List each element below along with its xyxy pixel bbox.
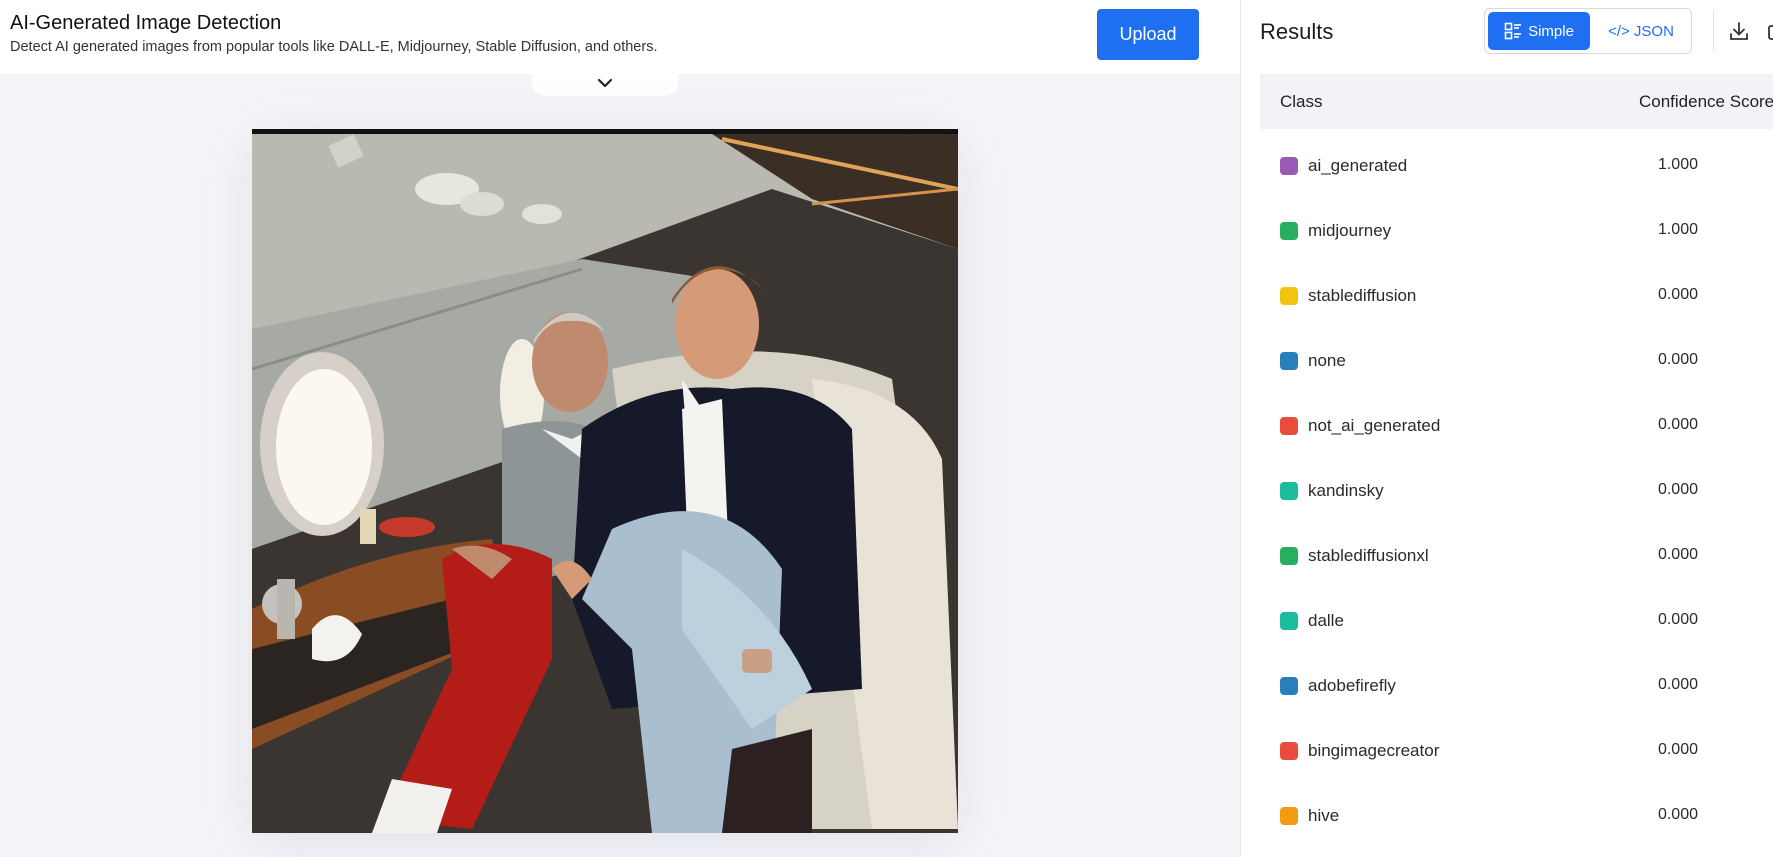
class-color-swatch: [1280, 352, 1298, 370]
class-color-swatch: [1280, 612, 1298, 630]
class-color-swatch: [1280, 742, 1298, 760]
download-icon[interactable]: [1728, 20, 1750, 42]
confidence-score: 0.000: [1657, 546, 1698, 563]
class-label: adobefirefly: [1308, 676, 1396, 695]
confidence-score: 1.000: [1657, 221, 1698, 238]
class-label: dalle: [1308, 611, 1344, 630]
upload-button[interactable]: Upload: [1097, 9, 1199, 60]
class-color-swatch: [1280, 417, 1298, 435]
class-label: bingimagecreator: [1308, 741, 1440, 760]
confidence-score: 0.000: [1657, 416, 1698, 433]
uploaded-image: [252, 129, 958, 833]
collapse-header-toggle[interactable]: [532, 74, 678, 96]
json-view-button[interactable]: </> JSON: [1593, 12, 1689, 50]
column-header-score: Confidence Score: [1639, 92, 1773, 111]
results-table-body: ai_generated 1.000 midjourney 1.000 stabledi…: [1260, 134, 1773, 849]
page-header: AI-Generated Image Detection Detect AI g…: [0, 0, 1240, 74]
view-toggle: Simple </> JSON: [1484, 8, 1692, 54]
simple-view-button[interactable]: Simple: [1488, 12, 1590, 50]
confidence-score: 0.000: [1657, 806, 1698, 823]
class-color-swatch: [1280, 482, 1298, 500]
table-row: ai_generated 1.000: [1260, 134, 1773, 199]
toolbar-divider: [1713, 10, 1714, 52]
table-row: not_ai_generated 0.000: [1260, 394, 1773, 459]
table-row: kandinsky 0.000: [1260, 459, 1773, 524]
class-label: ai_generated: [1308, 156, 1408, 175]
class-label: stablediffusion: [1308, 286, 1417, 305]
class-color-swatch: [1280, 807, 1298, 825]
class-label: not_ai_generated: [1308, 416, 1441, 435]
table-row: bingimagecreator 0.000: [1260, 719, 1773, 784]
class-label: stablediffusionxl: [1308, 546, 1429, 565]
confidence-score: 0.000: [1657, 676, 1698, 693]
column-header-class: Class: [1280, 92, 1323, 111]
class-color-swatch: [1280, 677, 1298, 695]
simple-view-label: Simple: [1528, 22, 1574, 40]
table-row: hive 0.000: [1260, 784, 1773, 849]
results-title: Results: [1260, 19, 1334, 44]
confidence-score: 0.000: [1657, 611, 1698, 628]
class-color-swatch: [1280, 222, 1298, 240]
results-table-header: Class Confidence Score: [1260, 74, 1773, 129]
list-layout-icon: [1504, 22, 1522, 40]
class-label: none: [1308, 351, 1346, 370]
copy-icon[interactable]: [1767, 20, 1773, 42]
class-color-swatch: [1280, 287, 1298, 305]
class-color-swatch: [1280, 547, 1298, 565]
page-subtitle: Detect AI generated images from popular …: [10, 39, 658, 55]
table-row: midjourney 1.000: [1260, 199, 1773, 264]
confidence-score: 0.000: [1657, 481, 1698, 498]
json-view-label: </> JSON: [1608, 22, 1674, 40]
class-label: midjourney: [1308, 221, 1392, 240]
confidence-score: 1.000: [1657, 156, 1698, 173]
table-row: stablediffusionxl 0.000: [1260, 524, 1773, 589]
chevron-down-icon: [597, 78, 613, 88]
preview-pane: AI-Generated Image Detection Detect AI g…: [0, 0, 1240, 857]
page-title: AI-Generated Image Detection: [10, 12, 282, 34]
class-label: hive: [1308, 806, 1340, 825]
confidence-score: 0.000: [1657, 741, 1698, 758]
table-row: none 0.000: [1260, 329, 1773, 394]
results-panel: Results Simple </> JSON Class Confidence…: [1241, 0, 1773, 857]
table-row: dalle 0.000: [1260, 589, 1773, 654]
table-row: stablediffusion 0.000: [1260, 264, 1773, 329]
confidence-score: 0.000: [1657, 286, 1698, 303]
class-color-swatch: [1280, 157, 1298, 175]
confidence-score: 0.000: [1657, 351, 1698, 368]
class-label: kandinsky: [1308, 481, 1384, 500]
table-row: adobefirefly 0.000: [1260, 654, 1773, 719]
